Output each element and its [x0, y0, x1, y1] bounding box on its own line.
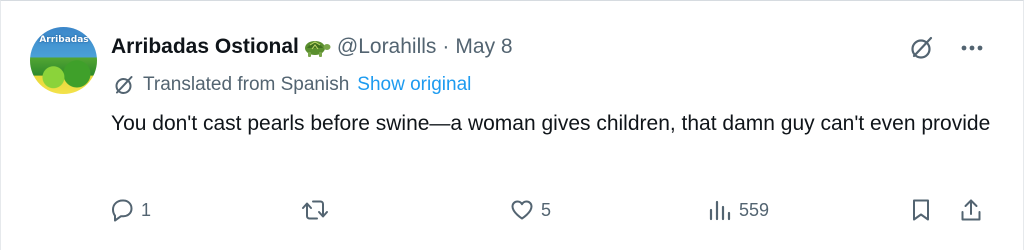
- avatar-label: Arribadas: [39, 35, 89, 45]
- like-count: 5: [541, 199, 552, 220]
- like-button[interactable]: 5: [509, 197, 551, 223]
- translate-icon: [113, 74, 135, 96]
- views-button[interactable]: 559: [707, 197, 769, 223]
- tweet-date[interactable]: May 8: [455, 34, 512, 60]
- repost-button[interactable]: [301, 197, 335, 223]
- display-name[interactable]: Arribadas Ostional: [111, 34, 299, 60]
- reply-icon: [109, 197, 135, 223]
- separator-dot: ·: [442, 35, 450, 58]
- show-original-link[interactable]: Show original: [357, 73, 471, 97]
- avatar[interactable]: Arribadas: [30, 27, 97, 94]
- views-chart-icon: [707, 197, 733, 223]
- bookmark-icon: [909, 197, 933, 223]
- repost-icon: [301, 197, 329, 223]
- heart-icon: [509, 197, 535, 223]
- more-options-icon[interactable]: [961, 44, 983, 52]
- reply-count: 1: [141, 199, 152, 220]
- share-button[interactable]: [959, 197, 983, 223]
- turtle-icon: [301, 36, 331, 58]
- views-count: 559: [739, 199, 770, 220]
- tweet-text: You don't cast pearls before swine—a wom…: [111, 112, 991, 135]
- tweet-header: Arribadas Ostional @Lorahills · May 8: [111, 34, 513, 60]
- top-actions: [909, 35, 983, 61]
- action-bar: 1 5 559: [109, 197, 989, 227]
- reply-button[interactable]: 1: [109, 197, 151, 223]
- translated-label: Translated from Spanish: [143, 74, 350, 95]
- grok-icon[interactable]: [909, 35, 935, 61]
- share-icon: [959, 197, 983, 223]
- translation-notice: Translated from Spanish Show original: [113, 73, 471, 97]
- tweet-card[interactable]: Arribadas Arribadas Ostional @Lorahills …: [0, 0, 1024, 250]
- user-handle[interactable]: @Lorahills: [337, 34, 437, 60]
- bookmark-button[interactable]: [909, 197, 933, 223]
